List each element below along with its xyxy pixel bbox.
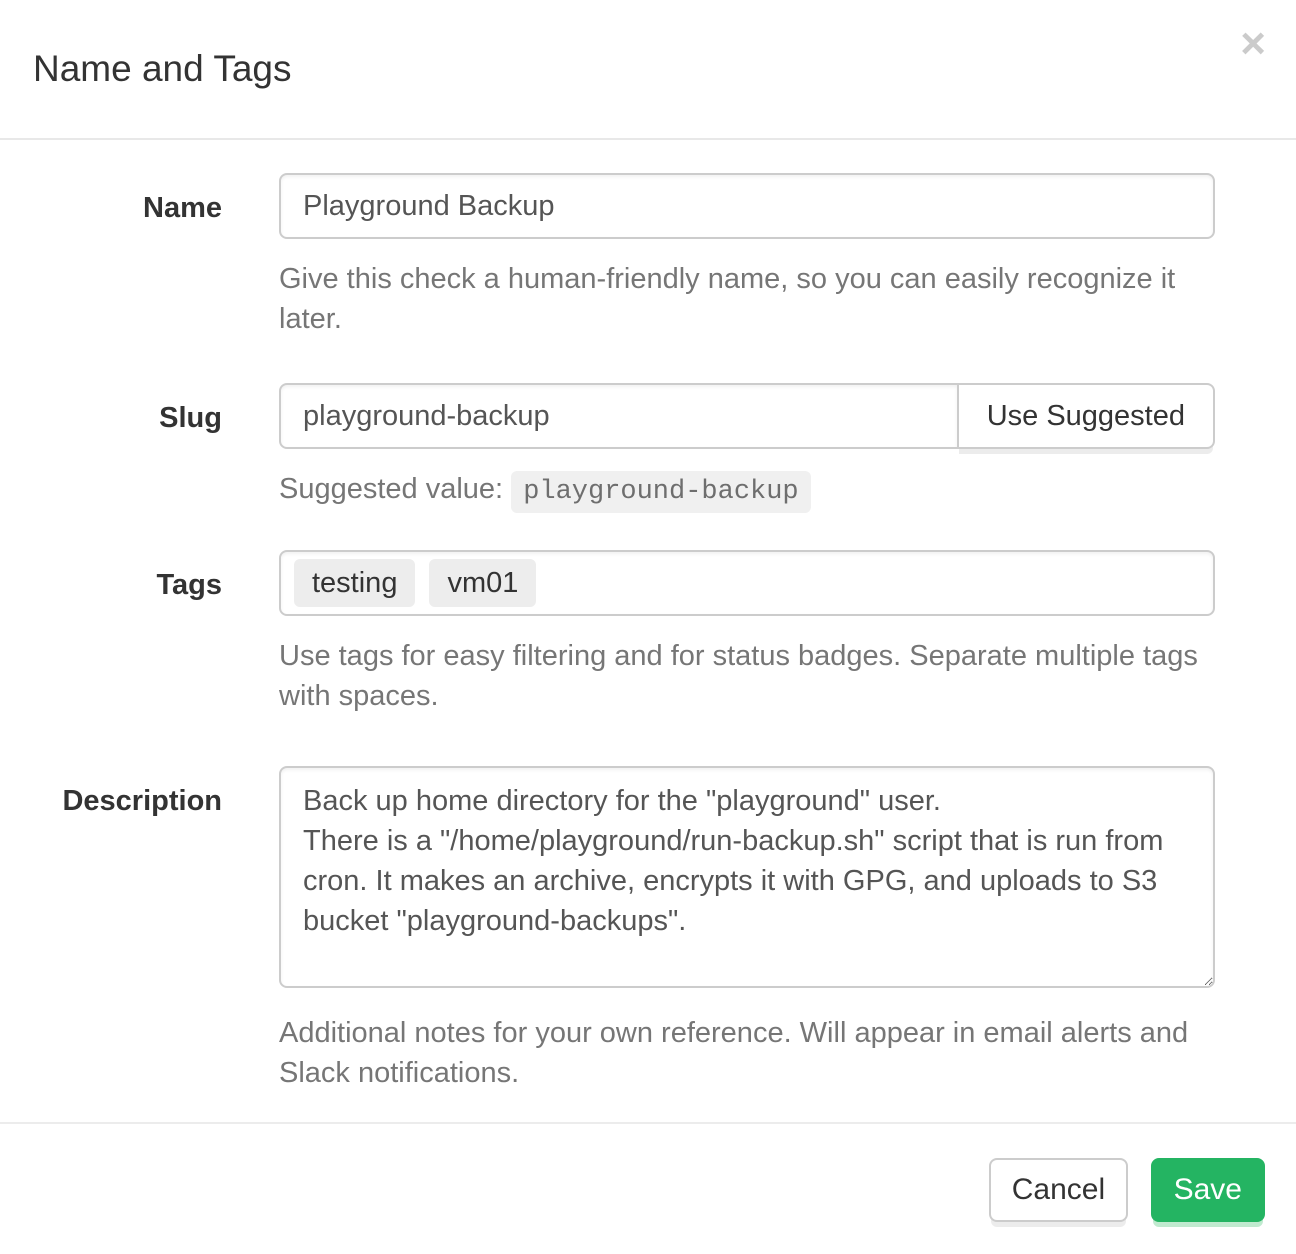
slug-label: Slug bbox=[0, 383, 222, 512]
modal-header: Name and Tags × bbox=[0, 0, 1296, 140]
name-input[interactable] bbox=[279, 173, 1215, 239]
slug-field-controls: Use Suggested Suggested value: playgroun… bbox=[279, 383, 1215, 512]
description-help-text: Additional notes for your own reference.… bbox=[279, 1013, 1215, 1093]
tags-label: Tags bbox=[0, 550, 222, 716]
tags-input[interactable]: testing vm01 bbox=[279, 550, 1215, 616]
tag-chip: testing bbox=[294, 559, 415, 607]
modal-body: Name Give this check a human-friendly na… bbox=[0, 140, 1296, 1093]
cancel-button[interactable]: Cancel bbox=[989, 1158, 1128, 1222]
modal-title: Name and Tags bbox=[33, 48, 1263, 90]
tags-help-text: Use tags for easy filtering and for stat… bbox=[279, 636, 1215, 716]
description-textarea[interactable]: Back up home directory for the "playgrou… bbox=[279, 766, 1215, 988]
name-field-row: Name Give this check a human-friendly na… bbox=[0, 173, 1215, 339]
slug-field-row: Slug Use Suggested Suggested value: play… bbox=[0, 383, 1215, 512]
modal-footer: Cancel Save bbox=[0, 1122, 1296, 1254]
tags-field-controls: testing vm01 Use tags for easy filtering … bbox=[279, 550, 1215, 716]
suggested-value-prefix: Suggested value: bbox=[279, 473, 503, 505]
suggested-value-code: playground-backup bbox=[511, 471, 810, 513]
slug-input-group: Use Suggested bbox=[279, 383, 1215, 449]
name-help-text: Give this check a human-friendly name, s… bbox=[279, 259, 1215, 339]
description-label: Description bbox=[0, 766, 222, 1093]
slug-input[interactable] bbox=[279, 383, 959, 449]
save-button[interactable]: Save bbox=[1151, 1158, 1265, 1222]
name-field-controls: Give this check a human-friendly name, s… bbox=[279, 173, 1215, 339]
tags-field-row: Tags testing vm01 Use tags for easy filte… bbox=[0, 550, 1215, 716]
use-suggested-button[interactable]: Use Suggested bbox=[957, 383, 1215, 449]
tag-chip: vm01 bbox=[429, 559, 536, 607]
description-field-row: Description Back up home directory for t… bbox=[0, 766, 1215, 1093]
name-label: Name bbox=[0, 173, 222, 339]
slug-help-text: Suggested value: playground-backup bbox=[279, 469, 1215, 512]
close-icon[interactable]: × bbox=[1236, 18, 1270, 70]
name-and-tags-dialog: Name and Tags × Name Give this check a h… bbox=[0, 0, 1296, 1254]
description-field-controls: Back up home directory for the "playgrou… bbox=[279, 766, 1215, 1093]
